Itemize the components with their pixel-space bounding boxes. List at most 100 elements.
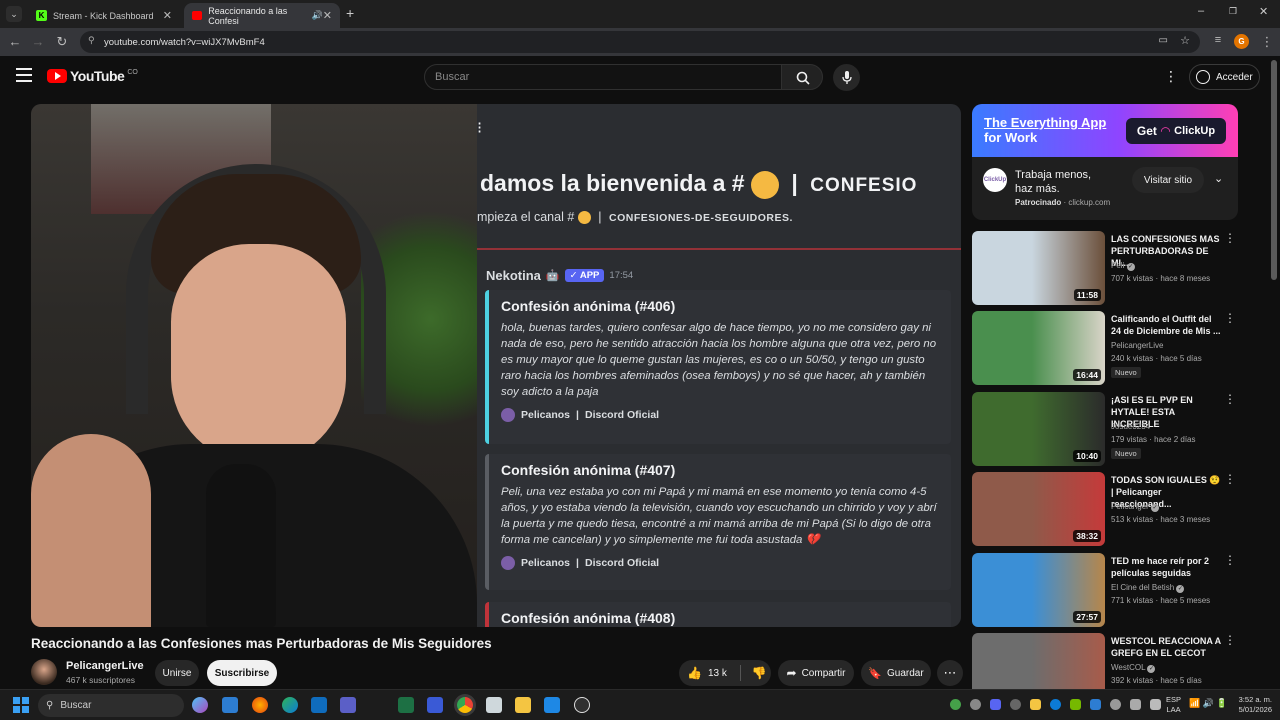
cast-icon[interactable]: ▭ bbox=[1159, 35, 1168, 46]
speaker-icon[interactable]: 🔊 bbox=[312, 10, 323, 21]
discord-sub: mpieza el canal # bbox=[477, 210, 575, 224]
join-button[interactable]: Unirse bbox=[155, 660, 199, 686]
tab-search-icon[interactable]: ⌄ bbox=[6, 6, 22, 22]
taskbar-search[interactable]: ⚲ Buscar bbox=[38, 694, 184, 717]
site-info-icon[interactable]: ⚲ bbox=[88, 35, 95, 46]
more-options-icon[interactable]: ⋮ bbox=[1224, 231, 1236, 245]
chrome-icon[interactable] bbox=[457, 697, 473, 713]
recommendation-channel[interactable]: El Cine del Betish ✓ bbox=[1111, 583, 1185, 593]
browser-menu-icon[interactable]: ⋮ bbox=[1258, 34, 1276, 50]
store-icon[interactable] bbox=[222, 697, 238, 713]
address-bar[interactable]: ⚲ youtube.com/watch?v=wiJX7MvBmF4 ▭ ☆ bbox=[80, 31, 1200, 53]
recommendation-title[interactable]: Calificando el Outfit del 24 de Diciembr… bbox=[1111, 313, 1223, 337]
heading-separator: | bbox=[791, 170, 798, 196]
page-scrollbar[interactable] bbox=[1271, 60, 1277, 280]
recommendation-channel[interactable]: WestCOL ✓ bbox=[1111, 663, 1156, 673]
footer-channel: Discord Oficial bbox=[584, 409, 660, 421]
channel-label: Peli bbox=[1111, 261, 1125, 270]
reload-icon[interactable]: ↻ bbox=[53, 34, 71, 50]
confession-card: Confesión anónima (#407) Peli, una vez e… bbox=[485, 454, 951, 590]
recommendation-channel[interactable]: Josue3234 bbox=[1111, 422, 1150, 431]
close-tab-icon[interactable]: ✕ bbox=[163, 9, 172, 22]
hamburger-menu-icon[interactable] bbox=[16, 68, 32, 82]
tab-youtube-video[interactable]: Reaccionando a las Confesi 🔊 ✕ bbox=[184, 3, 340, 28]
close-window-icon[interactable]: ✕ bbox=[1259, 5, 1268, 18]
video-player[interactable]: ⁝ damos la bienvenida a # | CONFESIO mpi… bbox=[31, 104, 961, 627]
recommendation-channel[interactable]: Peli ✓ bbox=[1111, 261, 1135, 271]
sponsored-ad[interactable]: The Everything App for Work Get ◠ ClickU… bbox=[972, 104, 1238, 220]
edge-icon[interactable] bbox=[282, 697, 298, 713]
forward-icon[interactable]: → bbox=[29, 34, 47, 49]
more-options-icon[interactable]: ⋮ bbox=[1224, 633, 1236, 647]
bookmark-star-icon[interactable]: ☆ bbox=[1180, 34, 1190, 47]
like-button[interactable]: 👍 13 k bbox=[687, 666, 727, 680]
ad-banner[interactable]: The Everything App for Work Get ◠ ClickU… bbox=[972, 104, 1238, 157]
more-options-icon[interactable]: ⋮ bbox=[1224, 472, 1236, 486]
settings-menu-icon[interactable]: ⋮ bbox=[1164, 68, 1178, 85]
hand bbox=[31, 434, 151, 627]
ad-domain: clickup.com bbox=[1068, 198, 1111, 207]
windows-start-icon[interactable] bbox=[13, 697, 29, 713]
new-tab-button[interactable]: + bbox=[346, 5, 354, 21]
file-explorer-icon[interactable] bbox=[515, 697, 531, 713]
channel-name[interactable]: PelicangerLive bbox=[66, 660, 144, 672]
video-thumbnail[interactable]: 10:40 bbox=[972, 392, 1105, 466]
channel-avatar[interactable] bbox=[31, 659, 57, 685]
search-button[interactable] bbox=[781, 64, 823, 90]
ad-cta-button[interactable]: Get ◠ ClickUp bbox=[1126, 118, 1226, 144]
language-indicator[interactable]: ESP LAA bbox=[1166, 695, 1181, 715]
more-options-icon[interactable]: ⋮ bbox=[1224, 311, 1236, 325]
recommendation-meta: 771 k vistas · hace 5 meses bbox=[1111, 596, 1211, 605]
recommendation-channel[interactable]: PelicangerLive bbox=[1111, 341, 1163, 350]
share-button[interactable]: ➦ Compartir bbox=[778, 660, 854, 686]
app-icon[interactable] bbox=[427, 697, 443, 713]
like-count: 13 k bbox=[707, 667, 727, 679]
window-app-icon[interactable] bbox=[544, 697, 560, 713]
more-options-icon[interactable]: ⋮ bbox=[1224, 553, 1236, 567]
video-thumbnail[interactable]: 38:32 bbox=[972, 472, 1105, 546]
search-input[interactable]: Buscar bbox=[424, 64, 782, 90]
excel-icon[interactable] bbox=[398, 697, 414, 713]
save-button[interactable]: 🔖 Guardar bbox=[861, 660, 931, 686]
copilot-icon[interactable] bbox=[192, 697, 208, 713]
firefox-icon[interactable] bbox=[252, 697, 268, 713]
subscribe-button[interactable]: Suscribirse bbox=[207, 660, 277, 686]
video-thumbnail[interactable]: 16:44 bbox=[972, 311, 1105, 385]
minimize-window-icon[interactable]: – bbox=[1198, 5, 1204, 17]
recommendation-item[interactable]: 16:44 Calificando el Outfit del 24 de Dic… bbox=[972, 311, 1238, 387]
recommendation-channel[interactable]: Pelicanger ✓ bbox=[1111, 502, 1160, 512]
video-thumbnail[interactable]: 27:57 bbox=[972, 553, 1105, 627]
notepad-icon[interactable] bbox=[486, 697, 502, 713]
back-icon[interactable]: ← bbox=[6, 34, 24, 49]
tray-icons[interactable] bbox=[950, 699, 1161, 710]
recommendation-item[interactable]: 27:57 TED me hace reír por 2 películas se… bbox=[972, 553, 1238, 629]
chevron-down-icon[interactable]: ⌄ bbox=[1214, 172, 1223, 185]
discord-heading-tag: CONFESIO bbox=[810, 175, 918, 196]
system-icons[interactable]: 📶 🔊 🔋 bbox=[1189, 698, 1228, 709]
profile-avatar[interactable]: G bbox=[1234, 34, 1249, 49]
confession-footer: Pelicanos | Discord Oficial bbox=[501, 556, 939, 570]
dislike-button[interactable]: 👎 bbox=[752, 666, 767, 680]
clock[interactable]: 3:52 a. m. 5/01/2026 bbox=[1230, 695, 1272, 715]
tab-kick-dashboard[interactable]: K Stream - Kick Dashboard ✕ bbox=[28, 3, 180, 28]
signin-button[interactable]: Acceder bbox=[1189, 64, 1260, 90]
youtube-logo[interactable]: YouTube CO bbox=[47, 68, 138, 84]
voice-search-button[interactable] bbox=[833, 64, 860, 91]
save-label: Guardar bbox=[887, 667, 924, 679]
recommendation-title[interactable]: WESTCOL REACCIONA A GREFG EN EL CECOT bbox=[1111, 635, 1223, 659]
teams-icon[interactable] bbox=[340, 697, 356, 713]
visit-site-button[interactable]: Visitar sitio bbox=[1132, 167, 1204, 193]
recommendation-item[interactable]: 10:40 ¡ASI ES EL PVP EN HYTALE! ESTA INCR… bbox=[972, 392, 1238, 468]
video-thumbnail[interactable]: 11:58 bbox=[972, 231, 1105, 305]
subscribe-label: Suscribirse bbox=[214, 667, 270, 679]
more-actions-button[interactable]: ⋯ bbox=[937, 660, 963, 686]
media-controls-icon[interactable]: ≡ bbox=[1209, 34, 1227, 46]
more-options-icon[interactable]: ⋮ bbox=[1224, 392, 1236, 406]
restore-window-icon[interactable]: ❐ bbox=[1229, 6, 1237, 17]
outlook-icon[interactable] bbox=[311, 697, 327, 713]
recommendation-item[interactable]: 11:58 LAS CONFESIONES MAS PERTURBADORAS D… bbox=[972, 231, 1238, 307]
close-tab-icon[interactable]: ✕ bbox=[323, 9, 332, 22]
recommendation-item[interactable]: 38:32 TODAS SON IGUALES 🤨 | Pelicanger re… bbox=[972, 472, 1238, 548]
obs-icon[interactable] bbox=[574, 697, 590, 713]
recommendation-title[interactable]: TED me hace reír por 2 películas seguida… bbox=[1111, 555, 1223, 579]
